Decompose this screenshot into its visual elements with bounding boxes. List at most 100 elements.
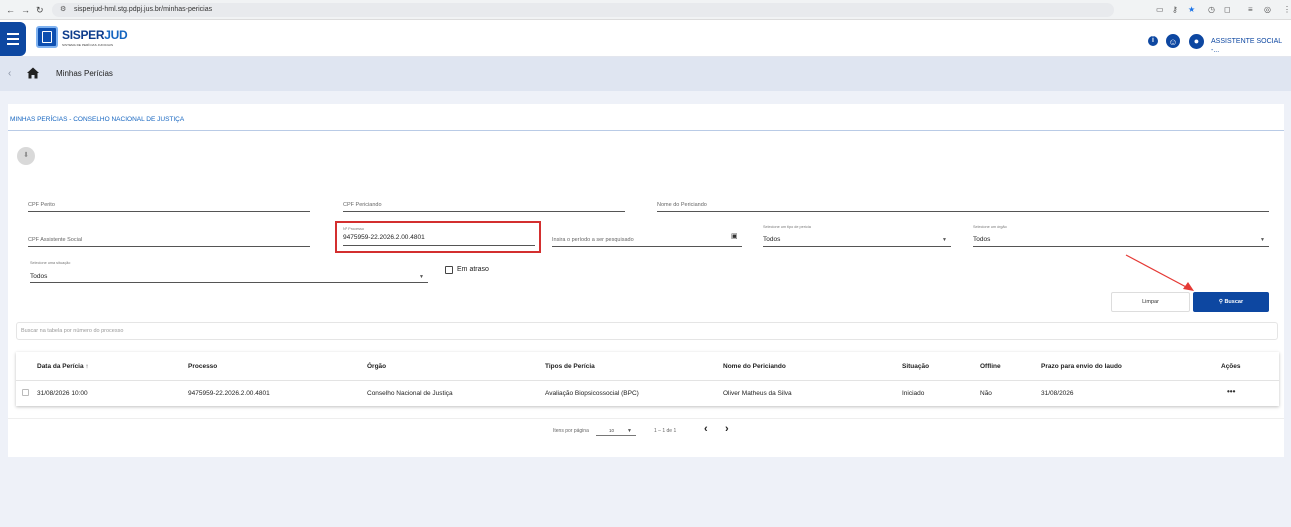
url-text[interactable]: sisperjud-hml.stg.pdpj.jus.br/minhas-per… xyxy=(74,4,212,16)
cell-situacao: Iniciado xyxy=(902,390,925,397)
page-size-label: Itens por página xyxy=(553,428,589,434)
menu-line xyxy=(7,38,19,40)
field-placeholder: CPF Assistente Social xyxy=(28,237,83,243)
back-arrow-icon[interactable]: ← xyxy=(6,4,15,16)
row-checkbox[interactable] xyxy=(22,389,29,396)
paginator xyxy=(8,418,1284,444)
home-icon[interactable] xyxy=(26,66,40,80)
dropdown-caret-icon: ▼ xyxy=(1260,237,1265,243)
site-info-icon[interactable]: ⚙ xyxy=(60,4,66,16)
key-icon[interactable]: ⚷ xyxy=(1172,4,1178,16)
page-size-value[interactable]: 10 xyxy=(609,428,614,434)
cell-tipos: Avaliação Biopsicossocial (BPC) xyxy=(545,390,639,397)
user-role-label[interactable]: ASSISTENTE SOCIAL -... xyxy=(1211,37,1291,55)
field-underline xyxy=(763,246,951,247)
extension-timer-icon[interactable]: ◷ xyxy=(1208,4,1215,16)
buscar-button[interactable]: ⚲ Buscar xyxy=(1193,292,1269,312)
info-icon[interactable]: i xyxy=(1148,36,1158,46)
cpf-perito-field[interactable]: CPF Perito xyxy=(28,198,310,212)
table-header-divider xyxy=(16,380,1279,381)
red-arrow-annotation xyxy=(1125,254,1194,291)
field-placeholder: CPF Periciando xyxy=(343,202,382,208)
field-underline xyxy=(28,246,310,247)
nome-periciando-field[interactable]: Nome do Periciando xyxy=(657,198,1269,212)
app-header xyxy=(0,20,1291,57)
dropdown-caret-icon: ▼ xyxy=(419,274,424,280)
table-search-placeholder[interactable]: Buscar na tabela por número do processo xyxy=(21,327,123,335)
select-value: Todos xyxy=(30,273,48,280)
field-label: Selecione um tipo de perícia xyxy=(763,225,811,229)
field-underline xyxy=(30,282,428,283)
hamburger-menu-button[interactable] xyxy=(0,22,26,56)
extensions-icon[interactable]: ◻ xyxy=(1224,4,1231,16)
column-header-offline[interactable]: Offline xyxy=(980,363,1001,371)
user-avatar-icon[interactable]: ● xyxy=(1189,34,1204,49)
select-value: Todos xyxy=(973,236,991,243)
field-placeholder: Insira o período a ser pesquisado xyxy=(552,237,634,243)
column-header-nome[interactable]: Nome do Periciando xyxy=(723,363,786,371)
column-header-acoes: Ações xyxy=(1221,363,1241,370)
page-range: 1 – 1 de 1 xyxy=(654,428,677,434)
card-bottom xyxy=(8,452,1284,457)
card-title: MINHAS PERÍCIAS - CONSELHO NACIONAL DE J… xyxy=(10,116,185,123)
field-label: Selecione um órgão xyxy=(973,225,1007,229)
column-header-processo[interactable]: Processo xyxy=(188,363,217,371)
breadcrumb-page: Minhas Perícias xyxy=(56,69,113,78)
menu-line xyxy=(7,43,19,45)
divider xyxy=(8,130,1284,131)
column-header-tipos[interactable]: Tipos de Perícia xyxy=(545,363,595,371)
menu-line xyxy=(7,33,19,35)
logo-title-part: SISPER xyxy=(62,28,105,42)
browser-menu-icon[interactable]: ⋮ xyxy=(1283,4,1291,16)
orgao-select[interactable]: Selecione um órgão Todos ▼ xyxy=(973,224,1269,247)
field-underline xyxy=(28,211,310,212)
em-atraso-checkbox[interactable] xyxy=(445,266,453,274)
next-page-icon[interactable]: › xyxy=(725,424,729,435)
dropdown-caret-icon[interactable]: ▼ xyxy=(627,428,632,434)
reading-list-icon[interactable]: ≡ xyxy=(1248,4,1253,16)
dropdown-caret-icon: ▼ xyxy=(942,237,947,243)
reload-icon[interactable]: ↻ xyxy=(36,4,44,16)
column-header-data[interactable]: Data da Perícia ↑ xyxy=(37,363,89,371)
download-button[interactable]: ⬇ xyxy=(17,147,35,165)
accessibility-icon[interactable]: ☺ xyxy=(1166,34,1180,48)
logo-subtitle: SISTEMA DE PERÍCIAS JUDICIAIS xyxy=(62,43,114,47)
periodo-field[interactable]: Insira o período a ser pesquisado xyxy=(552,233,742,247)
tipo-pericia-select[interactable]: Selecione um tipo de perícia Todos ▼ xyxy=(763,224,951,247)
table-search-input[interactable] xyxy=(16,322,1278,340)
buscar-label: Buscar xyxy=(1224,299,1244,305)
cast-icon[interactable]: ▭ xyxy=(1156,4,1164,16)
column-header-prazo[interactable]: Prazo para envio do laudo xyxy=(1041,363,1122,371)
field-underline xyxy=(552,246,742,247)
chevron-left-icon[interactable]: ‹ xyxy=(8,69,11,79)
situacao-select[interactable]: Selecione uma situação Todos ▼ xyxy=(30,260,428,283)
cpf-periciando-field[interactable]: CPF Periciando xyxy=(343,198,625,212)
forward-arrow-icon[interactable]: → xyxy=(21,4,30,16)
field-placeholder: Nome do Periciando xyxy=(657,202,707,208)
cell-processo: 9475959-22.2026.2.00.4801 xyxy=(188,390,270,397)
bookmark-star-icon[interactable]: ★ xyxy=(1188,4,1195,16)
cell-prazo: 31/08/2026 xyxy=(1041,390,1074,397)
field-underline xyxy=(657,211,1269,212)
logo-title-part: JUD xyxy=(104,28,128,42)
limpar-button[interactable]: Limpar xyxy=(1111,292,1190,312)
breadcrumb-bar xyxy=(0,57,1291,91)
em-atraso-label[interactable]: Em atraso xyxy=(457,266,489,274)
field-placeholder: CPF Perito xyxy=(28,202,55,208)
previous-page-icon[interactable]: ‹ xyxy=(704,424,708,435)
column-header-situacao[interactable]: Situação xyxy=(902,363,929,371)
logo-title: SISPERJUD xyxy=(62,28,128,42)
column-header-orgao[interactable]: Órgão xyxy=(367,363,386,371)
cell-orgao: Conselho Nacional de Justiça xyxy=(367,390,453,397)
profile-icon[interactable]: ◎ xyxy=(1264,4,1271,16)
field-label: Selecione uma situação xyxy=(30,261,71,265)
cpf-assistente-field[interactable]: CPF Assistente Social xyxy=(28,233,310,247)
logo-document-icon xyxy=(42,31,52,43)
cell-data: 31/08/2026 10:00 xyxy=(37,390,88,397)
field-underline xyxy=(973,246,1269,247)
row-actions-menu-icon[interactable]: ••• xyxy=(1227,388,1235,396)
cell-nome: Oliver Matheus da Silva xyxy=(723,390,792,397)
highlight-box xyxy=(335,221,541,253)
cell-offline: Não xyxy=(980,390,992,397)
calendar-icon[interactable]: ▣ xyxy=(731,233,738,241)
